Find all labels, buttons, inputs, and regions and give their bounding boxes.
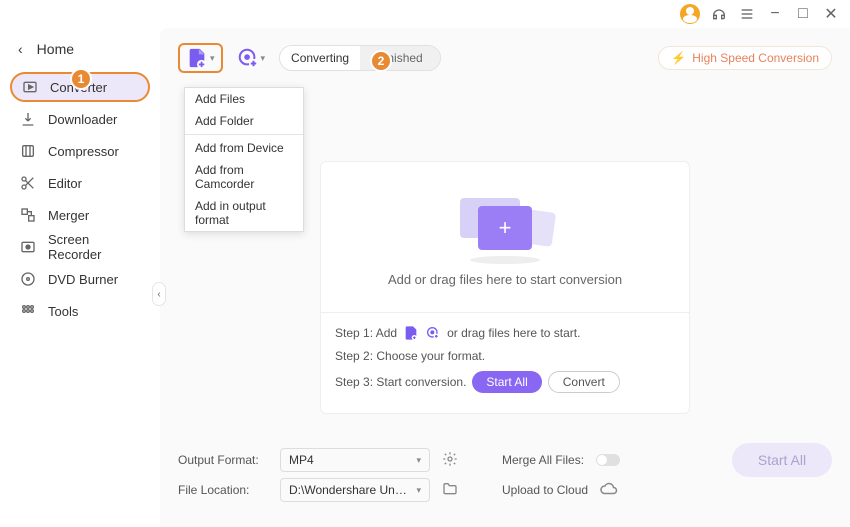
convert-mini-button[interactable]: Convert <box>548 371 620 393</box>
output-format-select[interactable]: MP4 ▾ <box>280 448 430 472</box>
merger-icon <box>20 207 36 223</box>
start-all-mini-button[interactable]: Start All <box>472 371 541 393</box>
sidebar-item-tools[interactable]: Tools <box>10 296 150 326</box>
file-location-value: D:\Wondershare UniConverter 1 <box>289 483 409 497</box>
scissors-icon <box>20 175 36 191</box>
dropdown-add-folder[interactable]: Add Folder <box>185 110 303 132</box>
output-format-label: Output Format: <box>178 453 268 467</box>
add-disc-button[interactable]: ▾ <box>231 43 272 73</box>
compressor-icon <box>20 143 36 159</box>
footer: Output Format: MP4 ▾ Merge All Files: St… <box>178 435 832 515</box>
sidebar-item-dvd-burner[interactable]: DVD Burner <box>10 264 150 294</box>
nav-list: Converter Downloader Compressor Editor M… <box>0 72 160 326</box>
chevron-down-icon: ▾ <box>261 53 266 64</box>
main-panel: ‹ 2 ▾ ▾ Converting Finished ⚡ High Speed… <box>160 28 850 527</box>
merge-toggle[interactable] <box>596 454 620 466</box>
headset-icon[interactable] <box>710 5 728 23</box>
cloud-icon[interactable] <box>600 480 618 501</box>
step-3: Step 3: Start conversion. Start All Conv… <box>335 371 675 393</box>
sidebar-item-editor[interactable]: Editor <box>10 168 150 198</box>
step-1: Step 1: Add or drag files here to start. <box>335 325 675 341</box>
dropdown-add-output[interactable]: Add in output format <box>185 195 303 231</box>
maximize-button[interactable]: □ <box>794 5 812 23</box>
disc-plus-icon <box>425 325 441 341</box>
back-button[interactable]: ‹ Home <box>0 34 160 64</box>
disc-icon <box>20 271 36 287</box>
chevron-down-icon: ▾ <box>416 455 421 466</box>
hsconv-label: High Speed Conversion <box>692 51 819 65</box>
sidebar-item-compressor[interactable]: Compressor <box>10 136 150 166</box>
grid-icon <box>20 303 36 319</box>
sidebar-item-label: Tools <box>48 304 78 319</box>
dropzone-text: Add or drag files here to start conversi… <box>388 272 622 287</box>
add-file-dropdown: Add Files Add Folder Add from Device Add… <box>184 87 304 232</box>
sidebar-item-merger[interactable]: Merger <box>10 200 150 230</box>
gear-icon[interactable] <box>442 451 458 470</box>
upload-label: Upload to Cloud <box>502 483 588 497</box>
sidebar-item-label: Screen Recorder <box>48 232 140 262</box>
dropdown-add-camcorder[interactable]: Add from Camcorder <box>185 159 303 195</box>
file-plus-icon <box>403 325 419 341</box>
user-avatar[interactable] <box>680 4 700 24</box>
dropdown-add-device[interactable]: Add from Device <box>185 137 303 159</box>
download-icon <box>20 111 36 127</box>
chevron-down-icon: ▾ <box>416 485 421 496</box>
start-all-button[interactable]: Start All <box>732 443 832 477</box>
dropzone[interactable]: + Add or drag files here to start conver… <box>321 162 689 312</box>
sidebar-item-screen-recorder[interactable]: Screen Recorder <box>10 232 150 262</box>
high-speed-conversion[interactable]: ⚡ High Speed Conversion <box>658 46 832 70</box>
close-button[interactable]: ✕ <box>822 5 840 23</box>
steps-panel: Step 1: Add or drag files here to start.… <box>321 312 689 413</box>
add-file-button[interactable]: ▾ <box>178 43 223 73</box>
sidebar-item-downloader[interactable]: Downloader <box>10 104 150 134</box>
record-icon <box>20 239 36 255</box>
output-format-value: MP4 <box>289 453 314 467</box>
sidebar-item-label: Merger <box>48 208 89 223</box>
minimize-button[interactable]: − <box>766 5 784 23</box>
sidebar-item-label: Compressor <box>48 144 119 159</box>
converter-icon <box>22 79 38 95</box>
folder-plus-illustration: + <box>460 188 550 258</box>
tabs: Converting Finished <box>279 45 441 71</box>
sidebar-item-label: DVD Burner <box>48 272 118 287</box>
file-location-label: File Location: <box>178 483 268 497</box>
merge-label: Merge All Files: <box>502 453 584 467</box>
content-card: + Add or drag files here to start conver… <box>320 161 690 414</box>
back-label: Home <box>37 41 74 57</box>
chevron-down-icon: ▾ <box>210 53 215 64</box>
step-3-text: Step 3: Start conversion. <box>335 375 466 389</box>
chevron-left-icon: ‹ <box>18 41 23 57</box>
step-1-pre: Step 1: Add <box>335 326 397 340</box>
folder-icon[interactable] <box>442 481 458 500</box>
step-2: Step 2: Choose your format. <box>335 349 675 363</box>
sidebar: ‹ Home 1 Converter Downloader Compressor… <box>0 28 160 527</box>
step-2-text: Step 2: Choose your format. <box>335 349 485 363</box>
file-location-select[interactable]: D:\Wondershare UniConverter 1 ▾ <box>280 478 430 502</box>
annotation-badge-2: 2 <box>370 50 392 72</box>
toolbar: ▾ ▾ Converting Finished ⚡ High Speed Con… <box>178 40 832 76</box>
dropdown-separator <box>185 134 303 135</box>
dropdown-add-files[interactable]: Add Files <box>185 88 303 110</box>
sidebar-item-label: Editor <box>48 176 82 191</box>
bolt-icon: ⚡ <box>671 51 686 65</box>
titlebar: − □ ✕ <box>0 0 850 28</box>
annotation-badge-1: 1 <box>70 68 92 90</box>
tab-converting[interactable]: Converting <box>280 46 360 70</box>
collapse-handle[interactable]: ‹ <box>152 282 166 306</box>
menu-icon[interactable] <box>738 5 756 23</box>
sidebar-item-label: Downloader <box>48 112 117 127</box>
step-1-post: or drag files here to start. <box>447 326 580 340</box>
